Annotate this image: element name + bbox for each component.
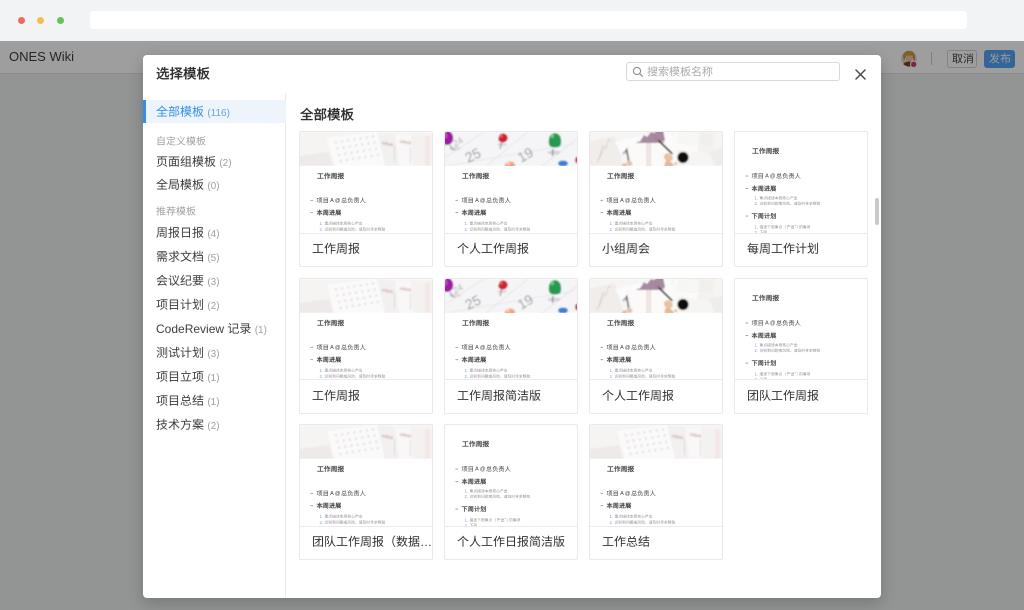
svg-text:(3): (3) [207, 348, 219, 359]
svg-text:(1): (1) [255, 324, 267, 335]
svg-text:(2): (2) [207, 300, 219, 311]
svg-text:…: … [420, 535, 432, 549]
svg-text:CodeReview: CodeReview [156, 321, 227, 335]
svg-text:(2): (2) [219, 158, 231, 169]
svg-text:(5): (5) [207, 252, 219, 263]
svg-text:(1): (1) [207, 397, 219, 408]
svg-text:(3): (3) [207, 276, 219, 287]
svg-text:(2): (2) [207, 421, 219, 432]
svg-text:(4): (4) [207, 228, 219, 239]
svg-text:(0): (0) [207, 180, 219, 191]
svg-text:(1): (1) [207, 373, 219, 384]
svg-text:(116): (116) [207, 107, 230, 118]
